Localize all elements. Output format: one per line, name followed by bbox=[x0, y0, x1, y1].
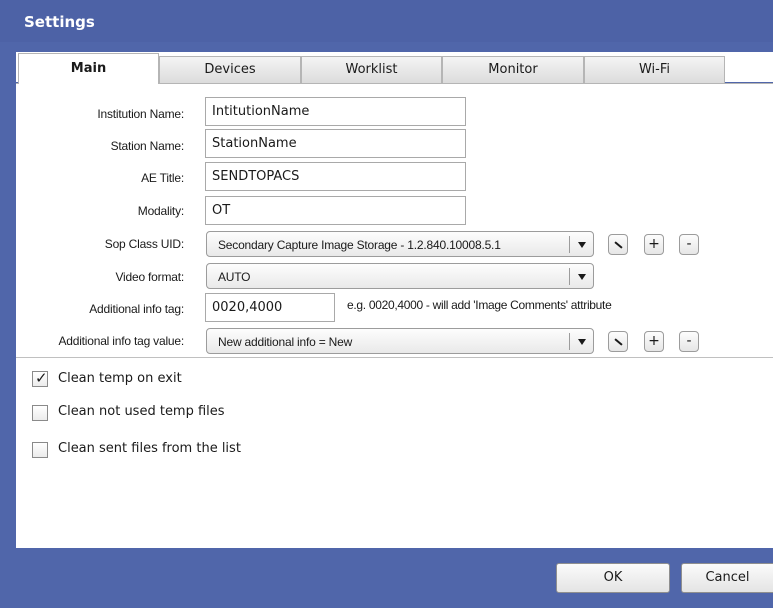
tab-wifi[interactable]: Wi-Fi bbox=[584, 56, 725, 83]
pencil-icon bbox=[614, 241, 623, 249]
station-name-input[interactable]: StationName bbox=[205, 129, 466, 158]
clean-temp-on-exit-checkbox[interactable]: ✓ bbox=[32, 369, 48, 387]
additional-info-tag-value-select[interactable]: New additional info = New bbox=[206, 328, 594, 354]
institution-name-label: Institution Name: bbox=[97, 107, 184, 121]
modality-label: Modality: bbox=[137, 204, 184, 218]
additional-info-tag-value-label: Additional info tag value: bbox=[58, 334, 184, 348]
add-sop-class-button[interactable]: + bbox=[644, 234, 664, 255]
additional-info-tag-hint: e.g. 0020,4000 - will add 'Image Comment… bbox=[347, 298, 612, 312]
chevron-down-icon bbox=[578, 242, 586, 248]
tab-devices[interactable]: Devices bbox=[159, 56, 301, 83]
title-bar: Settings bbox=[0, 0, 773, 42]
edit-info-tag-value-button[interactable] bbox=[608, 331, 628, 352]
checkmark-icon: ✓ bbox=[35, 369, 48, 387]
combo-separator bbox=[569, 333, 570, 350]
chevron-down-icon bbox=[578, 274, 586, 280]
remove-sop-class-button[interactable]: - bbox=[679, 234, 699, 255]
pencil-icon bbox=[614, 338, 623, 346]
clean-unused-temp-files-label: Clean not used temp files bbox=[58, 404, 225, 419]
tab-monitor[interactable]: Monitor bbox=[442, 56, 584, 83]
sop-class-uid-select[interactable]: Secondary Capture Image Storage - 1.2.84… bbox=[206, 231, 594, 257]
combo-separator bbox=[569, 268, 570, 285]
additional-info-tag-label: Additional info tag: bbox=[89, 302, 184, 316]
video-format-value: AUTO bbox=[218, 270, 251, 284]
ae-title-input[interactable]: SENDTOPACS bbox=[205, 162, 466, 191]
video-format-select[interactable]: AUTO bbox=[206, 263, 594, 289]
add-info-tag-value-button[interactable]: + bbox=[644, 331, 664, 352]
combo-separator bbox=[569, 236, 570, 253]
window-title: Settings bbox=[24, 13, 95, 31]
video-format-label: Video format: bbox=[115, 270, 184, 284]
edit-sop-class-button[interactable] bbox=[608, 234, 628, 255]
additional-info-tag-input[interactable]: 0020,4000 bbox=[205, 293, 335, 322]
tab-worklist[interactable]: Worklist bbox=[301, 56, 442, 83]
section-divider bbox=[16, 357, 773, 358]
station-name-label: Station Name: bbox=[110, 139, 185, 153]
tab-main[interactable]: Main bbox=[18, 53, 159, 84]
clean-sent-files-checkbox[interactable] bbox=[32, 442, 48, 458]
chevron-down-icon bbox=[578, 339, 586, 345]
settings-dialog: Settings Main Devices Worklist Monitor W… bbox=[0, 0, 773, 608]
clean-sent-files-label: Clean sent files from the list bbox=[58, 441, 241, 456]
modality-input[interactable]: OT bbox=[205, 196, 466, 225]
ok-button[interactable]: OK bbox=[556, 563, 670, 593]
sop-class-uid-value: Secondary Capture Image Storage - 1.2.84… bbox=[218, 238, 501, 252]
cancel-button[interactable]: Cancel bbox=[681, 563, 773, 593]
clean-unused-temp-files-checkbox[interactable] bbox=[32, 405, 48, 421]
remove-info-tag-value-button[interactable]: - bbox=[679, 331, 699, 352]
institution-name-input[interactable]: IntitutionName bbox=[205, 97, 466, 126]
ae-title-label: AE Title: bbox=[141, 171, 184, 185]
sop-class-uid-label: Sop Class UID: bbox=[104, 237, 184, 251]
clean-temp-on-exit-label: Clean temp on exit bbox=[58, 371, 182, 386]
additional-info-tag-value: New additional info = New bbox=[218, 335, 353, 349]
